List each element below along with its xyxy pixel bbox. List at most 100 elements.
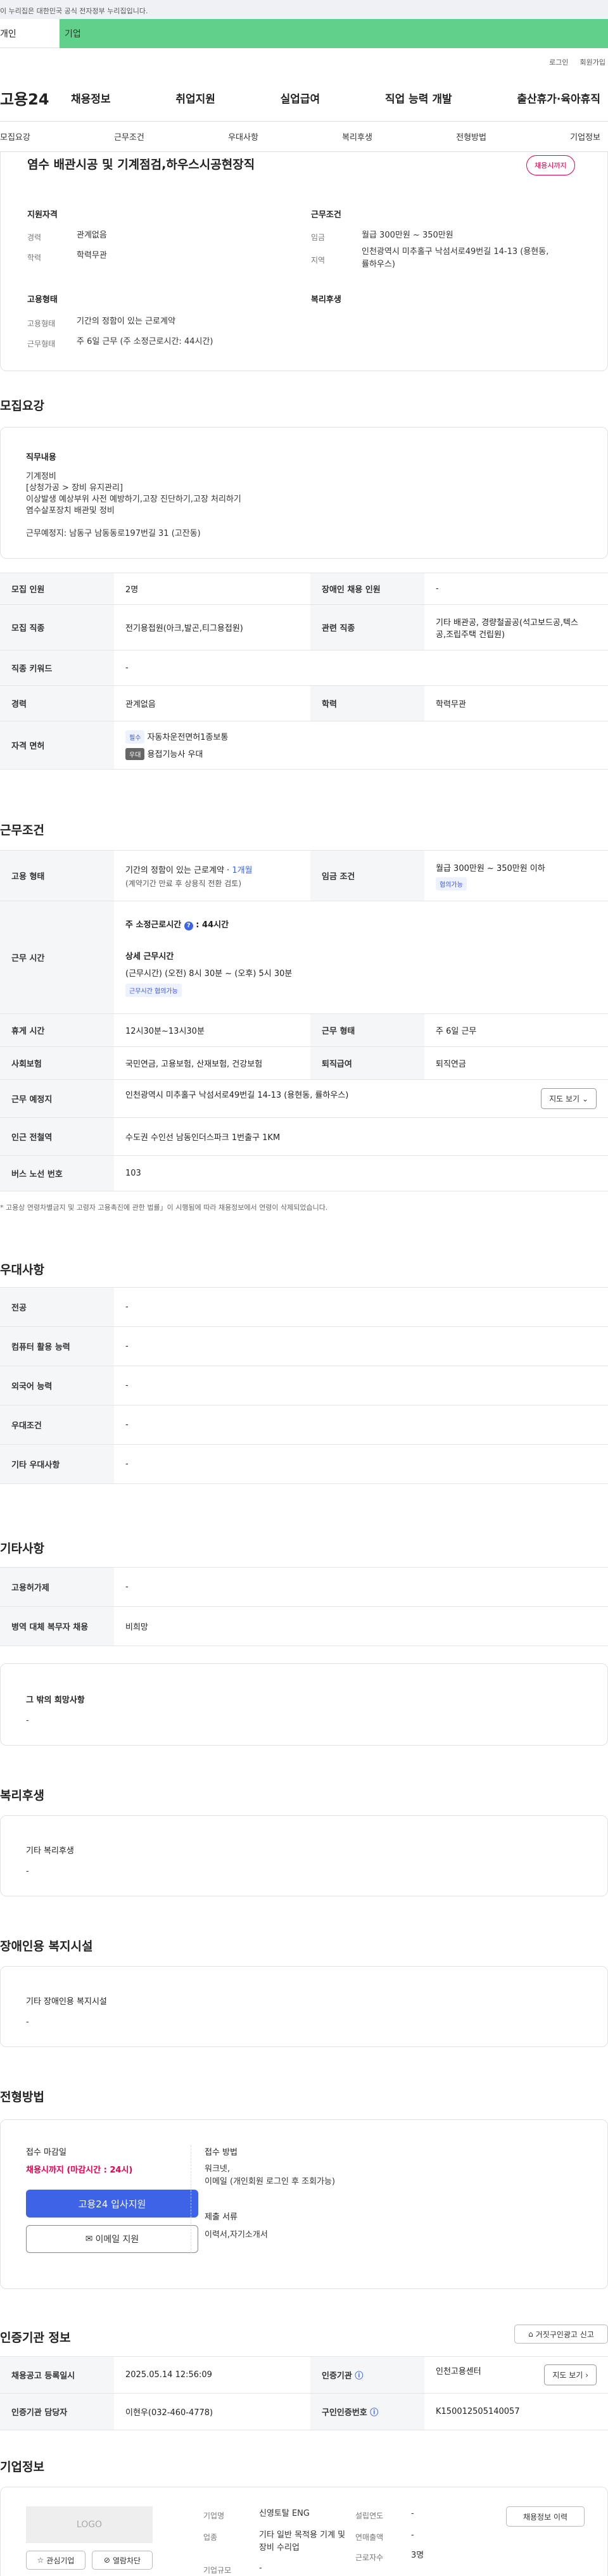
- gnb-item-employment-support[interactable]: 취업지원: [175, 90, 215, 106]
- etc-table: 고용허가제 - 병역 대체 복무자 채용 비희망: [0, 1567, 608, 1646]
- table-row: 고용허가제 -: [0, 1567, 608, 1607]
- block-button[interactable]: ⊘ 열람차단: [92, 2551, 153, 2570]
- license-value: 필수 자동차운전면허1종보통 우대 용접기능사 우대: [114, 721, 608, 770]
- computer-label: 컴퓨터 활용 능력: [0, 1326, 114, 1366]
- emp-period: 1개월: [232, 865, 253, 875]
- disabled-hire-label: 장애인 채용 인원: [310, 573, 424, 605]
- work-heading: 근무조건: [0, 823, 44, 837]
- docs-heading: 제출 서류: [205, 2212, 238, 2222]
- pref-table: 전공 - 컴퓨터 활용 능력 - 외국어 능력 - 우대조건 - 기타 우대사항 -: [0, 1287, 608, 1484]
- table-row: 컴퓨터 활용 능력 -: [0, 1326, 608, 1366]
- job-history-button[interactable]: 채용정보 이력: [506, 2506, 585, 2527]
- table-row: 근무 예정지 인천광역시 미추홀구 낙섬서로49번길 14-13 (용현동, 률…: [0, 1079, 608, 1118]
- gnb-item-unemployment[interactable]: 실업급여: [281, 90, 320, 106]
- org-label: 인증기관 ⓘ: [310, 2356, 424, 2394]
- wage-text: 월급 300만원 ~ 350만원 이하: [436, 863, 545, 873]
- related-job-line: 공,조립주택 건립원): [436, 630, 505, 640]
- duty-line: [상청가공 > 장비 유지관리]: [26, 483, 124, 493]
- snb-company[interactable]: 기업정보: [570, 130, 600, 143]
- reg-value: 2025.05.14 12:56:09: [114, 2356, 310, 2394]
- email-apply-button[interactable]: ✉ 이메일 지원: [26, 2225, 198, 2253]
- info-icon[interactable]: ⓘ: [370, 2408, 378, 2418]
- wage-value: 월급 300만원 ~ 350만원: [362, 231, 453, 240]
- time-value: 주 소정근로시간 ? : 44시간 상세 근무시간 (근무시간) (오전) 8시…: [114, 901, 608, 1014]
- info-icon[interactable]: ?: [184, 922, 193, 930]
- email-apply-label: 이메일 지원: [95, 2235, 139, 2245]
- subway-label: 인근 전철역: [0, 1117, 114, 1156]
- agency-map-button[interactable]: 지도 보기 ›: [544, 2364, 597, 2385]
- region-value: 인천광역시 미추홀구 낙섬서로49번길 14-13 (용현동,: [362, 247, 549, 257]
- industry-value: 기타 일반 목적용 기계 및: [259, 2530, 346, 2540]
- edu-label: 학력: [310, 685, 424, 721]
- pref-cond-label: 우대조건: [0, 1405, 114, 1445]
- duty-place: 근무예정지: 남동구 남동동로197번길 31 (고잔동): [26, 529, 201, 538]
- deadline-value: 채용시까지 (마감시간 : 24시): [26, 2166, 133, 2175]
- gnb-item-jobs[interactable]: 채용정보: [71, 90, 111, 106]
- table-row: 인근 전철역 수도권 수인선 남동인더스파크 1번출구 1KM: [0, 1117, 608, 1156]
- emptype-label: 고용형태: [27, 319, 56, 328]
- duty-line: 이상발생 예상부위 사전 예방하기,고장 진단하기,고장 처리하기: [26, 495, 241, 504]
- region-label: 지역: [311, 256, 326, 265]
- snb-work[interactable]: 근무조건: [114, 130, 144, 143]
- cond-heading: 근무조건: [311, 210, 341, 220]
- tab-company[interactable]: 기업: [60, 19, 608, 48]
- hire-label: 모집 인원: [0, 573, 114, 605]
- block-icon: ⊘: [103, 2556, 110, 2565]
- snb-pref[interactable]: 우대사항: [228, 130, 258, 143]
- table-row: 모집 인원 2명 장애인 채용 인원 -: [0, 573, 608, 605]
- agency-heading: 인증기관 정보: [0, 2331, 71, 2345]
- keyword-value: -: [114, 650, 608, 686]
- job-title: 염수 배관시공 및 기계점검,하우스시공현장직: [27, 158, 255, 172]
- join-link[interactable]: 회원가입: [580, 57, 605, 75]
- duty-line: 기계정비: [26, 472, 56, 481]
- size-label: 기업규모: [203, 2566, 232, 2575]
- welfare-sub-heading: 기타 복리후생: [26, 1846, 74, 1856]
- welfare-box: 기타 복리후생 -: [0, 1815, 608, 1896]
- login-link[interactable]: 로그인: [549, 57, 568, 75]
- info-icon[interactable]: ⓘ: [355, 2371, 363, 2381]
- related-job-line: 기타 배관공, 경량철골공(석고보드공,텍스: [436, 618, 578, 628]
- snb-process[interactable]: 전형방법: [456, 130, 486, 143]
- welfare-value: -: [26, 1867, 29, 1876]
- wage-label: 임금: [311, 233, 326, 242]
- report-button[interactable]: ⌂ 거짓구인광고 신고: [514, 2325, 608, 2344]
- table-row: 인증기관 담당자 이현우(032-460-4778) 구인인증번호 ⓘ K1500…: [0, 2393, 608, 2430]
- wage-label: 임금 조건: [310, 850, 424, 901]
- disabled-hire-value: -: [424, 573, 608, 605]
- pref-etc-value: -: [114, 1444, 608, 1484]
- size-value: -: [259, 2563, 262, 2573]
- disability-sub-heading: 기타 장애인용 복지시설: [26, 1997, 107, 2007]
- negotiable-tag: 협의가능: [436, 877, 467, 891]
- docs-value: 이력서,자기소개서: [205, 2230, 268, 2240]
- major-label: 전공: [0, 1287, 114, 1327]
- map-button[interactable]: 지도 보기 ⌄: [541, 1088, 597, 1109]
- job-value: 전기용접원(아크,발곤,티그용접원): [114, 604, 310, 650]
- employees-label: 근로자수: [355, 2553, 384, 2562]
- military-value: 비희망: [114, 1606, 608, 1646]
- duty-box: 직무내용 기계정비 [상청가공 > 장비 유지관리] 이상발생 예상부위 사전 …: [0, 427, 608, 559]
- company-box: LOGO ☆ 관심기업 ⊘ 열람차단 기업명 신영토탈 ENG 업종 기타 일반 목…: [0, 2487, 608, 2576]
- cert-no-label-text: 구인인증번호: [322, 2408, 367, 2418]
- snb-welfare[interactable]: 복리후생: [342, 130, 372, 143]
- favorite-button[interactable]: ☆ 관심기업: [26, 2551, 86, 2570]
- snb-recruit[interactable]: 모집요강: [0, 130, 30, 143]
- cert-no-label: 구인인증번호 ⓘ: [310, 2393, 424, 2430]
- apply-button[interactable]: 고용24 입사지원: [26, 2190, 198, 2218]
- table-row: 병역 대체 복무자 채용 비희망: [0, 1606, 608, 1646]
- hope-value: -: [26, 1716, 29, 1725]
- gnb-item-training[interactable]: 직업 능력 개발: [385, 90, 452, 106]
- table-row: 외국어 능력 -: [0, 1366, 608, 1405]
- chevron-down-icon: ⌄: [581, 1094, 588, 1103]
- gnb-item-leave[interactable]: 출산휴가·육아휴직: [517, 90, 600, 106]
- work-table: 고용 형태 기간의 정함이 있는 근로계약 · 1개월 (계약기간 만료 후 상용…: [0, 850, 608, 1191]
- method-heading: 접수 방법: [205, 2148, 238, 2157]
- site-logo[interactable]: 고용24: [0, 87, 71, 109]
- employees-value: 3명: [411, 2551, 424, 2560]
- tab-personal[interactable]: 개인: [0, 19, 60, 48]
- related-job-value: 기타 배관공, 경량철골공(석고보드공,텍스공,조립주택 건립원): [424, 604, 608, 650]
- place-label: 근무 예정지: [0, 1079, 114, 1118]
- computer-value: -: [114, 1326, 608, 1366]
- career-value: 관계없음: [114, 685, 310, 721]
- region-value-2: 률하우스): [362, 260, 395, 269]
- eps-value: -: [114, 1567, 608, 1607]
